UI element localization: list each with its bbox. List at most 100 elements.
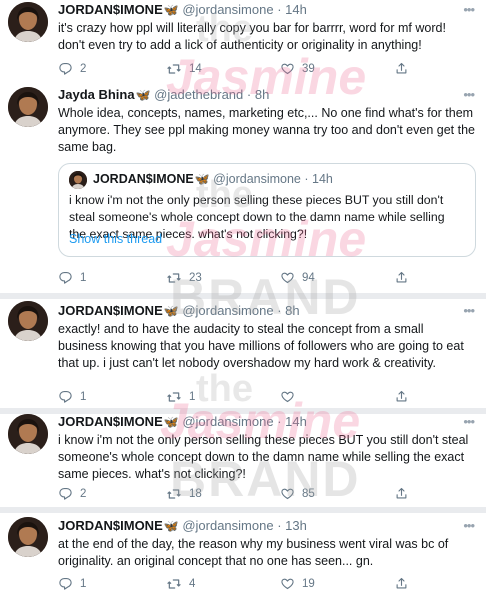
share-icon bbox=[394, 61, 409, 76]
more-icon[interactable]: ••• bbox=[463, 303, 475, 318]
author-name[interactable]: JORDAN$IMONE bbox=[58, 414, 163, 429]
share-icon bbox=[394, 486, 409, 501]
more-icon[interactable]: ••• bbox=[463, 87, 475, 102]
more-icon[interactable]: ••• bbox=[463, 2, 475, 17]
share-button[interactable] bbox=[394, 389, 409, 404]
separator-dot: · bbox=[277, 2, 282, 17]
tweet-card[interactable]: Jayda Bhina🦋 @jadethebrand · 8h ••• Whol… bbox=[0, 87, 486, 287]
show-thread-link[interactable]: Show this thread bbox=[69, 232, 162, 246]
retweet-icon bbox=[166, 389, 182, 405]
avatar[interactable] bbox=[8, 517, 48, 557]
author-handle[interactable]: @jordansimone bbox=[182, 303, 273, 318]
butterfly-icon: 🦋 bbox=[163, 415, 179, 429]
separator-dot: · bbox=[277, 414, 282, 429]
reply-count: 2 bbox=[80, 62, 87, 75]
retweet-button[interactable]: 18 bbox=[166, 486, 202, 502]
heart-icon bbox=[280, 576, 295, 591]
tweet-card[interactable]: JORDAN$IMONE🦋 @jordansimone · 14h ••• it… bbox=[0, 0, 486, 87]
share-icon bbox=[394, 389, 409, 404]
avatar[interactable] bbox=[8, 2, 48, 42]
tweet-card[interactable]: JORDAN$IMONE🦋 @jordansimone · 14h ••• i … bbox=[0, 414, 486, 506]
tweet-text: exactly! and to have the audacity to ste… bbox=[58, 322, 464, 370]
quoted-avatar bbox=[69, 171, 87, 189]
butterfly-icon: 🦋 bbox=[163, 519, 179, 533]
timestamp[interactable]: 14h bbox=[285, 414, 307, 429]
author-name[interactable]: JORDAN$IMONE bbox=[58, 518, 163, 533]
retweet-icon bbox=[166, 61, 182, 77]
avatar[interactable] bbox=[8, 301, 48, 341]
like-count: 85 bbox=[302, 487, 315, 500]
retweet-icon bbox=[166, 576, 182, 592]
retweet-count: 1 bbox=[189, 391, 196, 403]
more-icon[interactable]: ••• bbox=[463, 414, 475, 429]
share-icon bbox=[394, 270, 409, 285]
retweet-icon bbox=[166, 270, 182, 286]
tweet-text: it's crazy how ppl will literally copy y… bbox=[58, 21, 446, 52]
author-name[interactable]: Jayda Bhina bbox=[58, 87, 135, 102]
reply-count: 2 bbox=[80, 487, 87, 500]
quoted-tweet[interactable]: JORDAN$IMONE🦋 @jordansimone · 14h i know… bbox=[58, 163, 476, 257]
like-button[interactable]: 19 bbox=[280, 576, 315, 591]
tweet-card[interactable]: JORDAN$IMONE🦋 @jordansimone · 13h ••• at… bbox=[0, 513, 486, 600]
quoted-author-handle: @jordansimone bbox=[213, 172, 301, 186]
separator-dot: · bbox=[246, 87, 252, 102]
like-button[interactable] bbox=[280, 389, 302, 404]
reply-button[interactable]: 1 bbox=[58, 270, 86, 285]
reply-icon bbox=[58, 61, 73, 76]
more-icon[interactable]: ••• bbox=[463, 518, 475, 533]
heart-icon bbox=[280, 389, 295, 404]
author-handle[interactable]: @jordansimone bbox=[182, 2, 273, 17]
reply-button[interactable]: 2 bbox=[58, 486, 86, 501]
retweet-count: 18 bbox=[189, 488, 202, 500]
butterfly-icon: 🦋 bbox=[135, 88, 151, 102]
reply-count: 1 bbox=[80, 577, 87, 590]
separator-dot: · bbox=[277, 518, 282, 533]
author-name[interactable]: JORDAN$IMONE bbox=[58, 303, 163, 318]
like-count: 39 bbox=[302, 62, 315, 75]
retweet-button[interactable]: 23 bbox=[166, 270, 202, 286]
timestamp[interactable]: 8h bbox=[285, 303, 299, 318]
share-button[interactable] bbox=[394, 270, 409, 285]
retweet-icon bbox=[166, 486, 182, 502]
butterfly-icon: 🦋 bbox=[194, 172, 210, 186]
reply-icon bbox=[58, 389, 73, 404]
reply-button[interactable]: 2 bbox=[58, 61, 86, 76]
share-button[interactable] bbox=[394, 576, 409, 591]
avatar[interactable] bbox=[8, 87, 48, 127]
reply-icon bbox=[58, 576, 73, 591]
retweet-button[interactable]: 1 bbox=[166, 389, 195, 405]
timestamp[interactable]: 14h bbox=[285, 2, 307, 17]
share-button[interactable] bbox=[394, 61, 409, 76]
author-handle[interactable]: @jadethebrand bbox=[154, 87, 243, 102]
reply-count: 1 bbox=[80, 271, 87, 284]
heart-icon bbox=[280, 61, 295, 76]
butterfly-icon: 🦋 bbox=[163, 3, 179, 17]
separator-dot: · bbox=[304, 172, 309, 186]
heart-icon bbox=[280, 270, 295, 285]
author-handle[interactable]: @jordansimone bbox=[182, 518, 273, 533]
timestamp[interactable]: 13h bbox=[285, 518, 307, 533]
timestamp[interactable]: 8h bbox=[255, 87, 269, 102]
quoted-timestamp: 14h bbox=[312, 172, 333, 186]
reply-icon bbox=[58, 486, 73, 501]
retweet-count: 23 bbox=[189, 272, 202, 284]
separator-dot: · bbox=[277, 303, 282, 318]
retweet-count: 14 bbox=[189, 63, 202, 75]
retweet-button[interactable]: 14 bbox=[166, 61, 202, 77]
retweet-count: 4 bbox=[189, 578, 196, 590]
quoted-author-name: JORDAN$IMONE bbox=[93, 172, 194, 186]
reply-button[interactable]: 1 bbox=[58, 576, 86, 591]
like-button[interactable]: 39 bbox=[280, 61, 315, 76]
author-handle[interactable]: @jordansimone bbox=[182, 414, 273, 429]
butterfly-icon: 🦋 bbox=[163, 304, 179, 318]
tweet-card[interactable]: JORDAN$IMONE🦋 @jordansimone · 8h ••• exa… bbox=[0, 299, 486, 407]
like-button[interactable]: 94 bbox=[280, 270, 315, 285]
reply-button[interactable]: 1 bbox=[58, 389, 86, 404]
author-name[interactable]: JORDAN$IMONE bbox=[58, 2, 163, 17]
like-button[interactable]: 85 bbox=[280, 486, 315, 501]
reply-icon bbox=[58, 270, 73, 285]
avatar[interactable] bbox=[8, 414, 48, 454]
tweet-text: at the end of the day, the reason why my… bbox=[58, 537, 449, 568]
retweet-button[interactable]: 4 bbox=[166, 576, 195, 592]
share-button[interactable] bbox=[394, 486, 409, 501]
